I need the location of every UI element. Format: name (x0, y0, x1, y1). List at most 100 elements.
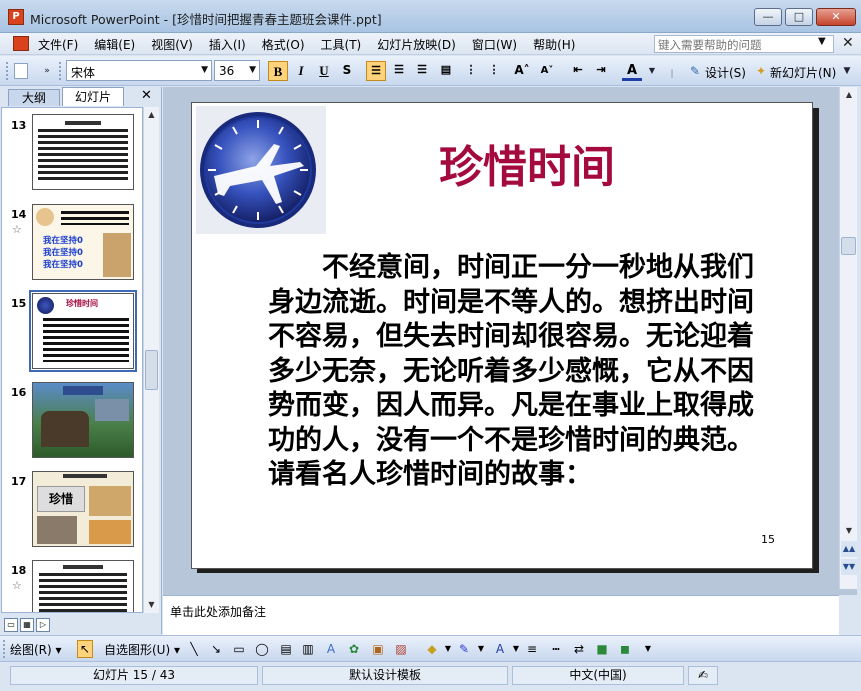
arrow-style-icon[interactable]: ⇄ (571, 641, 587, 657)
menu-window[interactable]: 窗口(W) (472, 36, 517, 53)
design-button[interactable]: 设计(S) (705, 64, 746, 81)
autoshapes-menu-button[interactable]: 自选图形(U) ▾ (104, 641, 180, 658)
notes-placeholder[interactable]: 单击此处添加备注 (170, 603, 266, 620)
current-slide[interactable]: 珍惜时间 不经意间，时间正一分一秒地从我们身边流逝。时间是不等人的。想挤出时间不… (191, 102, 813, 569)
font-color-icon[interactable]: A (492, 641, 508, 657)
spellcheck-icon[interactable]: ✍ (688, 666, 718, 685)
menu-tools[interactable]: 工具(T) (321, 36, 362, 53)
minimize-button[interactable]: — (754, 8, 782, 26)
italic-button[interactable]: I (291, 61, 311, 81)
textbox-icon[interactable]: ▤ (278, 641, 294, 657)
menu-edit[interactable]: 编辑(E) (94, 36, 135, 53)
chevron-down-icon[interactable]: ▼ (201, 65, 208, 75)
scroll-up-icon[interactable]: ▲ (144, 107, 159, 122)
bold-button[interactable]: B (268, 61, 288, 81)
distribute-icon[interactable]: ▤ (436, 61, 456, 81)
menu-format[interactable]: 格式(O) (262, 36, 305, 53)
clipart-icon[interactable]: ▣ (370, 641, 386, 657)
toolbar-options-icon[interactable]: ▼ (838, 62, 856, 80)
line-color-icon[interactable]: ✎ (456, 641, 472, 657)
tab-slides[interactable]: 幻灯片 (62, 87, 124, 106)
toolbar-grip[interactable] (6, 62, 9, 80)
close-window-button[interactable]: ✕ (816, 8, 856, 26)
diagram-icon[interactable]: ✿ (346, 641, 362, 657)
vertical-textbox-icon[interactable]: ▥ (300, 641, 316, 657)
font-name-select[interactable]: 宋体 ▼ (66, 60, 212, 81)
picture-icon[interactable]: ▨ (393, 641, 409, 657)
slide-thumbnail-14[interactable]: 我在坚持0 我在坚持0 我在坚持0 (32, 204, 134, 280)
design-icon[interactable]: ✎ (686, 62, 704, 80)
powerpoint-app-icon[interactable]: P (8, 9, 24, 25)
slide-thumbnail-17[interactable]: 珍惜 (32, 471, 134, 547)
arrow-icon[interactable]: ↘ (208, 641, 224, 657)
menu-insert[interactable]: 插入(I) (209, 36, 246, 53)
chevron-down-icon[interactable]: ▼ (473, 641, 489, 657)
slide-sorter-view-icon[interactable]: ▦ (20, 618, 34, 632)
align-right-icon[interactable]: ☰ (412, 61, 432, 81)
numbering-icon[interactable]: ⋮ (461, 61, 481, 81)
slide-title[interactable]: 珍惜时间 (352, 131, 702, 195)
design-template[interactable]: 默认设计模板 (262, 666, 508, 685)
previous-slide-icon[interactable]: ▲▲ (841, 541, 857, 557)
chevron-down-icon[interactable]: ▼ (440, 641, 456, 657)
slide-thumbnail-18[interactable] (32, 560, 134, 612)
toolbar-options-icon[interactable]: ▼ (640, 641, 656, 657)
slide-thumbnail-13[interactable] (32, 114, 134, 190)
maximize-button[interactable]: □ (785, 8, 813, 26)
chevron-down-icon[interactable]: ▼ (249, 65, 256, 75)
shadow-style-icon[interactable]: ■ (594, 641, 610, 657)
bullets-icon[interactable]: ⋮ (484, 61, 504, 81)
close-pane-button[interactable]: ✕ (141, 88, 152, 103)
scroll-thumb[interactable] (145, 350, 158, 390)
shadow-button[interactable]: S (337, 61, 357, 81)
toolbar-grip[interactable] (3, 640, 6, 658)
help-search-input[interactable] (658, 38, 818, 52)
notes-pane[interactable]: 单击此处添加备注 (163, 595, 839, 635)
wordart-icon[interactable]: A (323, 641, 339, 657)
increase-font-icon[interactable]: A˄ (512, 61, 532, 81)
scroll-down-icon[interactable]: ▼ (841, 523, 857, 539)
scroll-up-icon[interactable]: ▲ (841, 87, 857, 103)
increase-indent-icon[interactable]: ⇥ (591, 61, 611, 81)
rectangle-icon[interactable]: ▭ (231, 641, 247, 657)
toolbar-options-icon[interactable]: » (38, 62, 56, 80)
menu-help[interactable]: 帮助(H) (533, 36, 575, 53)
new-slide-icon[interactable]: ✦ (752, 62, 770, 80)
slide-thumbnail-15[interactable]: 珍惜时间 (29, 290, 137, 372)
editor-vertical-scrollbar[interactable]: ▲ ▼ ▲▲ ▼▼ (839, 87, 857, 589)
select-pointer-icon[interactable]: ↖ (77, 640, 93, 658)
new-slide-button[interactable]: 新幻灯片(N) (770, 64, 836, 81)
chevron-down-icon[interactable]: ▼ (818, 36, 826, 47)
scroll-thumb[interactable] (841, 237, 856, 255)
new-document-icon[interactable] (14, 63, 28, 79)
3d-style-icon[interactable]: ◼ (617, 641, 633, 657)
decrease-indent-icon[interactable]: ⇤ (568, 61, 588, 81)
underline-button[interactable]: U (314, 61, 334, 81)
scroll-down-icon[interactable]: ▼ (144, 597, 159, 612)
chevron-down-icon[interactable]: ▼ (643, 62, 661, 80)
dash-style-icon[interactable]: ┅ (548, 641, 564, 657)
font-color-icon[interactable]: A (622, 61, 642, 81)
menu-file[interactable]: 文件(F) (38, 36, 78, 53)
chevron-down-icon[interactable]: ▼ (508, 641, 524, 657)
decrease-font-icon[interactable]: A˅ (537, 61, 557, 81)
tab-outline[interactable]: 大纲 (8, 89, 60, 106)
align-left-icon[interactable]: ☰ (366, 61, 386, 81)
menu-view[interactable]: 视图(V) (151, 36, 193, 53)
thumbnail-scrollbar[interactable]: ▲ ▼ (143, 107, 159, 613)
slide-thumbnail-16[interactable] (32, 382, 134, 458)
draw-menu-button[interactable]: 绘图(R) ▾ (10, 641, 62, 658)
next-slide-icon[interactable]: ▼▼ (841, 559, 857, 575)
help-search-box[interactable] (654, 35, 834, 53)
document-icon[interactable] (13, 36, 29, 51)
slideshow-view-icon[interactable]: ▷ (36, 618, 50, 632)
line-style-icon[interactable]: ≡ (524, 641, 540, 657)
toolbar-grip[interactable] (59, 62, 62, 80)
line-icon[interactable]: ╲ (186, 641, 202, 657)
menu-slideshow[interactable]: 幻灯片放映(D) (377, 36, 456, 53)
fill-color-icon[interactable]: ◆ (424, 641, 440, 657)
align-center-icon[interactable]: ☰ (389, 61, 409, 81)
clock-image[interactable] (196, 106, 326, 234)
close-document-button[interactable]: ✕ (842, 35, 854, 51)
slide-body-text[interactable]: 不经意间，时间正一分一秒地从我们身边流逝。时间是不等人的。想挤出时间不容易，但失… (268, 251, 768, 493)
